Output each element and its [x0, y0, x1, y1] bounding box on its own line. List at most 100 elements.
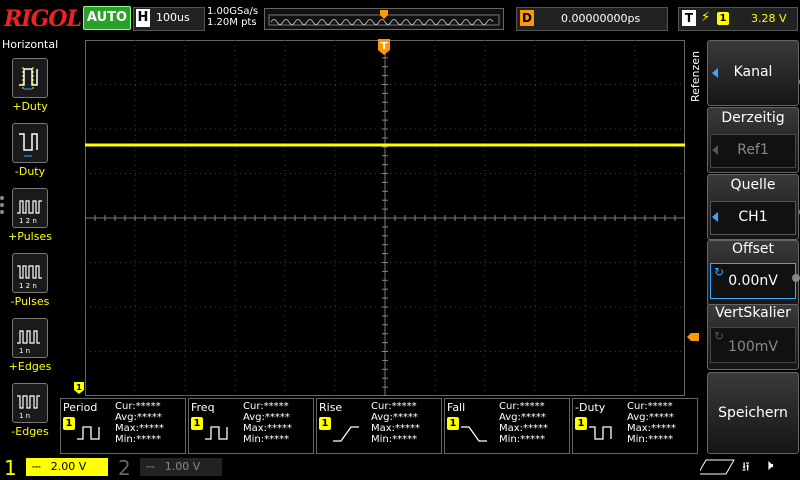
measure-negative-pulses[interactable]: 1 2 n -Pulses: [4, 253, 56, 317]
kanal-button[interactable]: Kanal: [707, 40, 799, 106]
measurement-waveform-icon: [333, 426, 359, 442]
offset-title: Offset: [731, 241, 775, 257]
measurement-channel: 1: [319, 417, 331, 430]
overview-waveform: [268, 10, 500, 26]
positive-edges-icon: 1 n: [12, 318, 48, 358]
speichern-label: Speichern: [718, 405, 788, 421]
trigger-label: T: [682, 10, 696, 26]
measurement-waveform-icon: [77, 426, 100, 440]
positive-pulses-label: +Pulses: [8, 230, 52, 243]
ch1-ground-marker[interactable]: 1: [73, 381, 85, 395]
speichern-button[interactable]: Speichern: [707, 372, 799, 454]
measure-positive-pulses[interactable]: 1 2 n +Pulses: [4, 188, 56, 252]
positive-duty-icon: [12, 58, 48, 98]
quelle-button[interactable]: Quelle CH1: [707, 174, 799, 240]
timebase-label: H: [136, 9, 150, 27]
measurement-box-duty[interactable]: -Duty 1 Cur:***** Avg:***** Max:***** Min:***…: [572, 398, 698, 454]
kanal-label: Kanal: [733, 64, 773, 80]
delay-label: D: [520, 10, 534, 26]
trigger-position-label: T: [381, 41, 388, 52]
acquisition-info: 1.00GSa/s 1.20M pts: [207, 6, 258, 28]
ch2-number: 2: [118, 456, 131, 480]
measure-negative-duty[interactable]: -Duty: [4, 123, 56, 187]
negative-duty-label: -Duty: [14, 165, 46, 178]
positive-edges-label: +Edges: [8, 360, 52, 373]
negative-pulses-icon: 1 2 n: [12, 253, 48, 293]
measurement-box-period[interactable]: Period 1 Cur:***** Avg:***** Max:***** Min:**…: [60, 398, 186, 454]
negative-duty-icon: [12, 123, 48, 163]
measurement-name: Fall: [447, 401, 466, 414]
run-status-icon: [697, 458, 740, 476]
negative-pulses-label: -Pulses: [10, 295, 50, 308]
auto-button[interactable]: AUTO: [83, 6, 131, 30]
measurement-stats: Cur:***** Avg:***** Max:***** Min:*****: [499, 401, 549, 445]
rising-edge-icon: ⚡: [701, 10, 711, 25]
trigger-box[interactable]: T ⚡ 1 3.28 V: [678, 7, 798, 31]
offset-value: 0.00nV: [728, 273, 778, 289]
sample-rate: 1.00GSa/s: [207, 6, 259, 17]
graticule: [84, 39, 686, 397]
usb-icon: ⭿: [742, 460, 750, 474]
rigol-logo: RIGOL: [4, 6, 82, 32]
measurement-box-fall[interactable]: Fall 1 Cur:***** Avg:***** Max:***** Min:****…: [444, 398, 570, 454]
ch1-number: 1: [4, 456, 17, 480]
measurement-name: -Duty: [575, 401, 606, 414]
trigger-channel: 1: [717, 12, 729, 25]
svg-text:1 n: 1 n: [19, 347, 30, 355]
memory-depth: 1.20M pts: [207, 17, 257, 28]
measurement-channel: 1: [191, 417, 203, 430]
left-panel-title: Horizontal: [2, 38, 59, 51]
vertskalier-button[interactable]: VertSkalier ↻ 100mV: [707, 304, 799, 370]
measurement-name: Rise: [319, 401, 343, 414]
quelle-value: CH1: [738, 209, 768, 225]
waveform-grid[interactable]: [84, 39, 686, 397]
measurement-name: Freq: [191, 401, 215, 414]
measurement-stats: Cur:***** Avg:***** Max:***** Min:*****: [627, 401, 677, 445]
offset-button[interactable]: Offset ↻ 0.00nV: [707, 240, 799, 306]
measurement-name: Period: [63, 401, 98, 414]
measure-positive-edges[interactable]: 1 n +Edges: [4, 318, 56, 382]
positive-pulses-icon: 1 2 n: [12, 188, 48, 228]
svg-text:1: 1: [76, 383, 82, 392]
vertskalier-value: 100mV: [728, 339, 778, 355]
svg-text:Refenzen: Refenzen: [689, 51, 702, 102]
svg-text:1 2 n: 1 2 n: [19, 282, 37, 290]
measurement-channel: 1: [447, 417, 459, 430]
measurement-stats: Cur:***** Avg:***** Max:***** Min:*****: [243, 401, 293, 445]
negative-edges-icon: 1 n: [12, 383, 48, 423]
measurement-waveform-icon: [461, 426, 487, 442]
trigger-level: 3.28 V: [751, 12, 787, 25]
derzeitig-button[interactable]: Derzeitig Ref1: [707, 107, 799, 173]
derzeitig-value: Ref1: [737, 142, 769, 158]
ch2-scale-box[interactable]: 2 ⎓ 1.00 V: [114, 456, 224, 480]
svg-text:1 2 n: 1 2 n: [19, 217, 37, 225]
measure-positive-duty[interactable]: +Duty: [4, 58, 56, 122]
ch2-scale: ⎓ 1.00 V: [140, 458, 222, 476]
ch1-scale: ⎓ 2.00 V: [26, 458, 108, 476]
delay-box[interactable]: D 0.00000000ps: [516, 7, 668, 31]
overview-trigger-marker: [380, 10, 388, 19]
menu-side-label: Refenzen: [688, 40, 704, 104]
measurement-channel: 1: [63, 417, 75, 430]
vertskalier-title: VertSkalier: [715, 305, 791, 321]
svg-text:1 n: 1 n: [19, 412, 30, 420]
negative-edges-label: -Edges: [11, 425, 49, 438]
trigger-level-marker[interactable]: [686, 332, 700, 342]
menu-knob-dot-3: [792, 274, 800, 282]
timebase-box[interactable]: H 100us: [133, 7, 205, 31]
measurement-box-rise[interactable]: Rise 1 Cur:***** Avg:***** Max:***** Min:****…: [316, 398, 442, 454]
measurement-stats: Cur:***** Avg:***** Max:***** Min:*****: [115, 401, 165, 445]
positive-duty-label: +Duty: [12, 100, 48, 113]
measurement-channel: 1: [575, 417, 587, 430]
measure-negative-edges[interactable]: 1 n -Edges: [4, 383, 56, 447]
speaker-mute-icon[interactable]: 🕨: [764, 456, 773, 474]
measurement-waveform-icon: [589, 426, 612, 440]
waveform-overview-bar[interactable]: [264, 8, 504, 30]
trigger-position-marker[interactable]: T: [377, 38, 391, 56]
ch1-scale-box[interactable]: 1 ⎓ 2.00 V: [0, 456, 110, 480]
measurement-waveform-icon: [205, 426, 228, 440]
delay-value: 0.00000000ps: [561, 12, 641, 25]
measurement-box-freq[interactable]: Freq 1 Cur:***** Avg:***** Max:***** Min:****…: [188, 398, 314, 454]
dc-coupling-icon: ⎓: [146, 460, 155, 473]
measurement-stats: Cur:***** Avg:***** Max:***** Min:*****: [371, 401, 421, 445]
